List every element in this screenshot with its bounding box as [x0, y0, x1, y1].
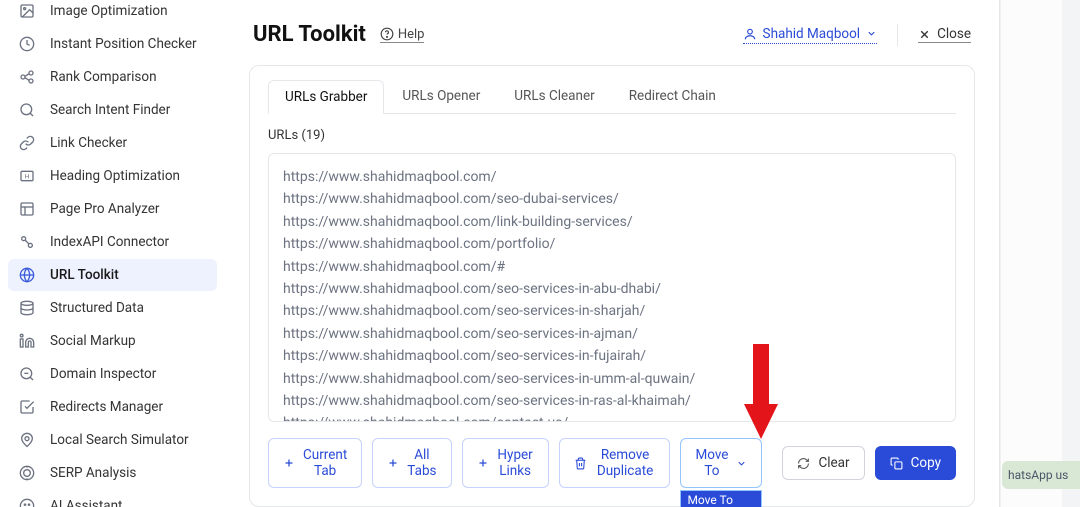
sidebar-item-redirects-manager[interactable]: Redirects Manager — [8, 391, 217, 423]
help-label: Help — [398, 27, 425, 42]
clear-button[interactable]: Clear — [782, 446, 864, 480]
sidebar-item-image-optimization[interactable]: Image Optimization — [8, 0, 217, 27]
sidebar-icon — [18, 431, 36, 449]
plus-icon — [283, 457, 295, 469]
sidebar-icon — [18, 497, 36, 507]
help-icon — [380, 27, 394, 41]
sidebar-icon — [18, 233, 36, 251]
sidebar-item-url-toolkit[interactable]: URL Toolkit — [8, 259, 217, 291]
separator — [897, 24, 898, 46]
tab-urls-grabber[interactable]: URLs Grabber — [268, 80, 384, 114]
sidebar-item-label: Redirects Manager — [50, 399, 163, 415]
close-icon — [918, 28, 931, 41]
sidebar-item-instant-position-checker[interactable]: Instant Position Checker — [8, 28, 217, 60]
sidebar-item-label: Domain Inspector — [50, 366, 156, 382]
sidebar-item-label: Image Optimization — [50, 3, 168, 19]
sidebar-icon — [18, 2, 36, 20]
main-panel: URL Toolkit Help Shahid Maqbool — [225, 0, 999, 507]
sidebar-icon — [18, 332, 36, 350]
chevron-down-icon — [866, 28, 877, 39]
sidebar-item-structured-data[interactable]: Structured Data — [8, 292, 217, 324]
sidebar-icon: H — [18, 167, 36, 185]
tab-urls-cleaner[interactable]: URLs Cleaner — [498, 80, 610, 113]
plus-icon — [477, 457, 489, 469]
current-tab-button[interactable]: Current Tab — [268, 438, 362, 488]
refresh-icon — [797, 457, 810, 470]
help-link[interactable]: Help — [380, 27, 425, 43]
sidebar-item-label: Heading Optimization — [50, 168, 180, 184]
sidebar-icon — [18, 35, 36, 53]
urls-textarea[interactable] — [268, 153, 956, 422]
sidebar-item-label: Page Pro Analyzer — [50, 201, 159, 217]
sidebar-icon — [18, 101, 36, 119]
sidebar-icon — [18, 365, 36, 383]
sidebar-icon — [18, 68, 36, 86]
sidebar-item-serp-analysis[interactable]: SERP Analysis — [8, 457, 217, 489]
sidebar-icon — [18, 266, 36, 284]
all-tabs-button[interactable]: All Tabs — [372, 438, 451, 488]
whatsapp-widget[interactable]: hatsApp us — [1002, 461, 1080, 489]
copy-button[interactable]: Copy — [875, 446, 956, 480]
header: URL Toolkit Help Shahid Maqbool — [225, 0, 999, 65]
sidebar-item-label: Instant Position Checker — [50, 36, 197, 52]
sidebar: Image Optimization Instant Position Check… — [0, 0, 225, 507]
user-name: Shahid Maqbool — [763, 26, 861, 42]
copy-icon — [890, 457, 903, 470]
sidebar-item-social-markup[interactable]: Social Markup — [8, 325, 217, 357]
sidebar-item-label: SERP Analysis — [50, 465, 136, 481]
sidebar-item-label: Link Checker — [50, 135, 127, 151]
sidebar-item-label: Rank Comparison — [50, 69, 157, 85]
hyper-links-button[interactable]: Hyper Links — [462, 438, 549, 488]
close-button[interactable]: Close — [918, 26, 971, 43]
tab-redirect-chain[interactable]: Redirect Chain — [613, 80, 732, 113]
plus-icon — [387, 457, 399, 469]
sidebar-icon — [18, 134, 36, 152]
sidebar-item-label: AI Assistant — [50, 498, 122, 507]
sidebar-item-rank-comparison[interactable]: Rank Comparison — [8, 61, 217, 93]
moveto-option[interactable]: Move To — [681, 491, 761, 507]
close-label: Close — [937, 26, 971, 42]
sidebar-item-ai-assistant[interactable]: AI Assistant — [8, 490, 217, 507]
user-icon — [743, 27, 757, 41]
sidebar-item-label: IndexAPI Connector — [50, 234, 169, 250]
user-menu[interactable]: Shahid Maqbool — [743, 26, 878, 44]
sidebar-item-search-intent-finder[interactable]: Search Intent Finder — [8, 94, 217, 126]
sidebar-item-label: URL Toolkit — [50, 267, 119, 283]
remove-duplicate-button[interactable]: Remove Duplicate — [559, 438, 671, 488]
sidebar-item-label: Structured Data — [50, 300, 144, 316]
move-to-button[interactable]: Move To — [680, 438, 762, 488]
sidebar-icon — [18, 464, 36, 482]
sidebar-item-label: Local Search Simulator — [50, 432, 189, 448]
card: URLs GrabberURLs OpenerURLs CleanerRedir… — [249, 65, 975, 507]
sidebar-item-local-search-simulator[interactable]: Local Search Simulator — [8, 424, 217, 456]
chevron-down-icon — [736, 458, 747, 469]
urls-count-label: URLs (19) — [268, 128, 956, 143]
sidebar-icon — [18, 398, 36, 416]
trash-icon — [574, 457, 587, 470]
tabs: URLs GrabberURLs OpenerURLs CleanerRedir… — [268, 80, 956, 114]
sidebar-item-heading-optimization[interactable]: H Heading Optimization — [8, 160, 217, 192]
svg-text:H: H — [25, 173, 30, 181]
sidebar-item-indexapi-connector[interactable]: IndexAPI Connector — [8, 226, 217, 258]
sidebar-item-label: Social Markup — [50, 333, 136, 349]
actions-row: Current Tab All Tabs Hyper Links Remove … — [268, 438, 956, 488]
sidebar-item-label: Search Intent Finder — [50, 102, 170, 118]
sidebar-item-link-checker[interactable]: Link Checker — [8, 127, 217, 159]
sidebar-icon — [18, 299, 36, 317]
sidebar-item-page-pro-analyzer[interactable]: Page Pro Analyzer — [8, 193, 217, 225]
tab-urls-opener[interactable]: URLs Opener — [386, 80, 496, 113]
move-to-dropdown: Move ToURLs OpenerURLs Cleaner — [680, 490, 762, 507]
sidebar-icon — [18, 200, 36, 218]
page-title: URL Toolkit — [253, 22, 366, 47]
sidebar-item-domain-inspector[interactable]: Domain Inspector — [8, 358, 217, 390]
